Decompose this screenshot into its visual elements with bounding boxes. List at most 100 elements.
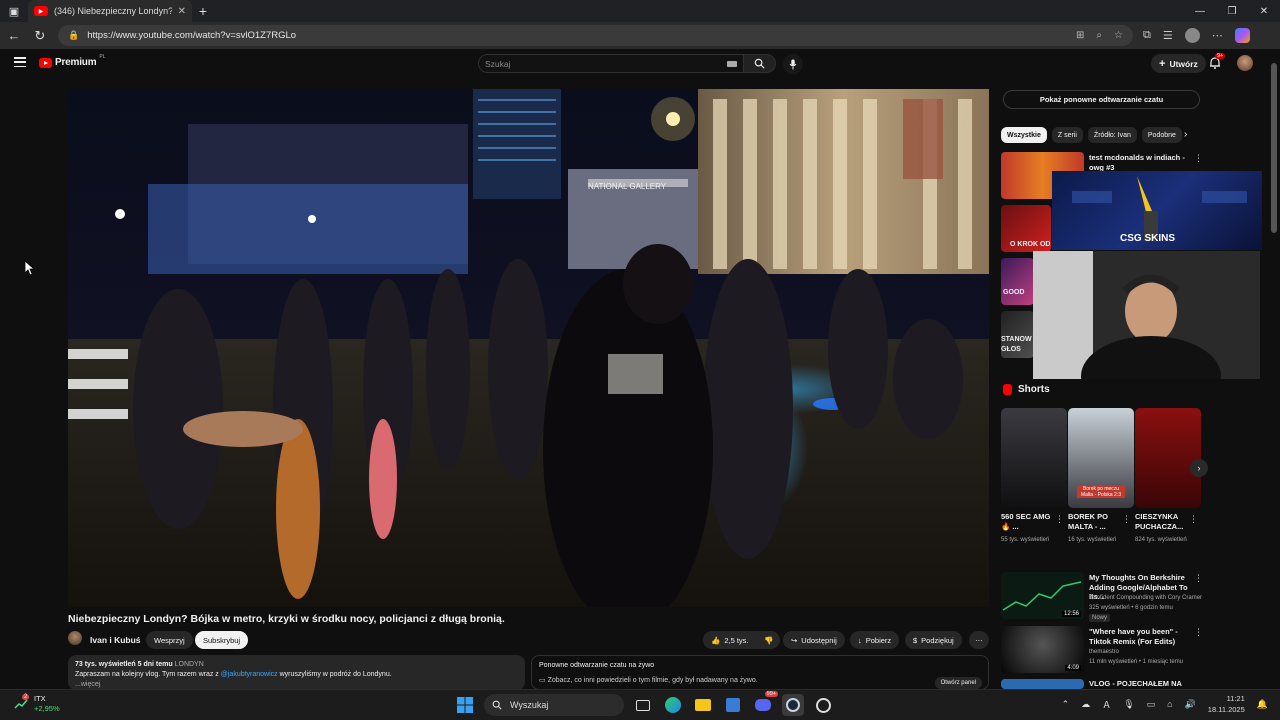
mouse-cursor-icon bbox=[25, 261, 35, 276]
steam-icon[interactable] bbox=[782, 694, 804, 716]
mention-link[interactable]: @jakubtyranowicz bbox=[221, 671, 278, 678]
short-thumbnail[interactable] bbox=[1001, 408, 1067, 508]
microphone-tray-icon[interactable]: 🎙 bbox=[1123, 699, 1134, 710]
chevron-up-icon[interactable]: ⌃ bbox=[1062, 699, 1070, 710]
edge-browser-icon[interactable] bbox=[662, 694, 684, 716]
search-icon bbox=[754, 58, 765, 69]
short-thumbnail[interactable]: Borek po meczu Malta - Polska 2:3 bbox=[1068, 408, 1134, 508]
task-view-icon[interactable] bbox=[632, 694, 654, 716]
search-input[interactable]: Szukaj bbox=[478, 54, 744, 73]
obs-icon[interactable] bbox=[812, 694, 834, 716]
system-clock[interactable]: 11:21 18.11.2025 bbox=[1208, 693, 1245, 715]
favorite-star-icon[interactable]: ☆ bbox=[1114, 30, 1123, 41]
open-chat-panel-button[interactable]: Otwórz panel bbox=[934, 677, 982, 689]
support-button[interactable]: Wesprzyj bbox=[146, 631, 193, 649]
kebab-menu-icon[interactable]: ⋮ bbox=[1194, 573, 1203, 584]
browser-profile-avatar[interactable] bbox=[1184, 28, 1200, 43]
search-icon bbox=[492, 700, 502, 710]
chip-similar[interactable]: Podobne bbox=[1141, 127, 1182, 143]
language-icon[interactable]: Ａ bbox=[1102, 698, 1111, 711]
channel-avatar[interactable] bbox=[68, 631, 82, 645]
zoom-icon[interactable]: ⌕ bbox=[1096, 30, 1102, 41]
webcam-art bbox=[1033, 251, 1260, 379]
minimize-icon[interactable]: — bbox=[1184, 0, 1216, 22]
description-meta: 73 tys. wyświetleń 5 dni temu LONDYN bbox=[75, 660, 518, 670]
stock-widget[interactable]: 2 ITX +2,95% bbox=[14, 694, 60, 714]
rec-channel[interactable]: themaestro bbox=[1089, 648, 1119, 656]
favorites-icon[interactable]: ☰ bbox=[1163, 29, 1173, 42]
refresh-icon[interactable]: ↻ bbox=[32, 28, 48, 44]
chip-source[interactable]: Źródło: Ivan bbox=[1087, 127, 1137, 143]
address-toolbar: ← ↻ 🔒 https://www.youtube.com/watch?v=sv… bbox=[0, 22, 1280, 49]
copilot-icon[interactable] bbox=[1234, 28, 1250, 43]
more-actions-button[interactable]: ⋯ bbox=[969, 631, 989, 649]
windows-start-icon[interactable] bbox=[454, 694, 476, 716]
scrollbar-thumb[interactable] bbox=[1271, 63, 1277, 233]
kebab-menu-icon[interactable]: ⋮ bbox=[1122, 514, 1131, 525]
stock-change: +2,95% bbox=[34, 704, 60, 713]
taskbar-search[interactable]: Wyszukaj bbox=[484, 694, 624, 716]
share-button[interactable]: ↪ Udostępnij bbox=[783, 631, 845, 649]
rec-title[interactable]: "Where have you been" - Tiktok Remix (Fo… bbox=[1089, 627, 1189, 646]
menu-icon[interactable] bbox=[14, 57, 26, 67]
rec-thumbnail[interactable]: 12:56 bbox=[1001, 572, 1084, 619]
rec-channel[interactable]: Confident Compounding with Cory Cramer bbox=[1089, 594, 1209, 602]
app-available-icon[interactable]: ⊞ bbox=[1076, 30, 1084, 41]
rec-thumbnail[interactable] bbox=[1001, 679, 1084, 689]
short-title[interactable]: BOREK PO MALTA - ... bbox=[1068, 512, 1120, 531]
download-button[interactable]: ↓ Pobierz bbox=[850, 631, 900, 649]
tab-close-icon[interactable]: ✕ bbox=[178, 6, 186, 17]
chevron-right-icon[interactable]: › bbox=[1184, 129, 1187, 140]
subscribe-button[interactable]: Subskrybuj bbox=[195, 631, 249, 649]
like-button[interactable]: 👍 2,5 tys. bbox=[703, 631, 757, 649]
short-title[interactable]: CIESZYNKA PUCHACZA... bbox=[1135, 512, 1187, 531]
browser-tab[interactable]: ▶ (346) Niebezpieczny Londyn? Bójka ✕ bbox=[28, 0, 192, 22]
keyboard-icon[interactable] bbox=[727, 60, 737, 67]
chip-all[interactable]: Wszystkie bbox=[1001, 127, 1047, 143]
like-count: 2,5 tys. bbox=[724, 635, 749, 645]
kebab-menu-icon[interactable]: ⋮ bbox=[1194, 627, 1203, 638]
display-icon[interactable]: ▭ bbox=[1147, 699, 1156, 710]
rec-title[interactable]: test mcdonalds w indiach - owg #3 bbox=[1089, 153, 1189, 172]
rec-thumbnail[interactable]: 4:09 bbox=[1001, 626, 1084, 673]
rec-title[interactable]: VLOG - POJECHAŁEM NA bbox=[1089, 679, 1189, 689]
thanks-button[interactable]: $ Podziękuj bbox=[905, 631, 962, 649]
create-button[interactable]: + Utwórz bbox=[1151, 54, 1206, 73]
network-icon[interactable]: ⌂ bbox=[1167, 699, 1172, 709]
file-explorer-icon[interactable] bbox=[692, 694, 714, 716]
short-thumbnail[interactable] bbox=[1135, 408, 1201, 508]
channel-name[interactable]: Ivan i Kubuś bbox=[90, 635, 141, 645]
description-box[interactable]: 73 tys. wyświetleń 5 dni temu LONDYN Zap… bbox=[68, 655, 525, 690]
kebab-menu-icon[interactable]: ⋮ bbox=[1055, 514, 1064, 525]
volume-icon[interactable]: 🔊 bbox=[1185, 699, 1196, 710]
discord-icon[interactable]: 99+ bbox=[752, 691, 778, 716]
page-scrollbar[interactable] bbox=[1268, 49, 1280, 689]
store-icon[interactable] bbox=[722, 694, 744, 716]
account-avatar[interactable] bbox=[1237, 55, 1253, 71]
shorts-next-button[interactable]: › bbox=[1190, 459, 1208, 477]
show-chat-replay-button[interactable]: Pokaż ponowne odtwarzanie czatu bbox=[1003, 90, 1200, 109]
more-options-icon[interactable]: ⋯ bbox=[1212, 29, 1223, 42]
address-bar[interactable]: 🔒 https://www.youtube.com/watch?v=svlO1Z… bbox=[58, 25, 1133, 46]
description-tag[interactable]: LONDYN bbox=[175, 661, 204, 668]
dislike-button[interactable]: 👎 bbox=[757, 631, 781, 649]
voice-search-button[interactable] bbox=[783, 54, 803, 74]
close-window-icon[interactable]: ✕ bbox=[1248, 0, 1280, 22]
search-button[interactable] bbox=[744, 54, 776, 73]
rec-thumbnail[interactable] bbox=[1001, 258, 1034, 305]
maximize-icon[interactable]: ❐ bbox=[1216, 0, 1248, 22]
clock-time: 11:21 bbox=[1226, 694, 1245, 703]
kebab-menu-icon[interactable]: ⋮ bbox=[1189, 514, 1198, 525]
extensions-icon[interactable]: ⧉ bbox=[1143, 29, 1151, 42]
chip-series[interactable]: Z serii bbox=[1051, 127, 1083, 143]
video-player[interactable]: NATIONAL GALLERY bbox=[68, 89, 989, 607]
tab-actions-icon[interactable]: ▣ bbox=[0, 0, 28, 22]
kebab-menu-icon[interactable]: ⋮ bbox=[1194, 153, 1203, 164]
youtube-logo[interactable]: Premium PL bbox=[39, 54, 106, 68]
back-icon[interactable]: ← bbox=[6, 28, 22, 43]
short-title[interactable]: 560 SEC AMG 🔥 ... bbox=[1001, 512, 1053, 531]
notifications-icon[interactable]: 🔔 bbox=[1257, 699, 1268, 710]
cloud-icon[interactable]: ☁ bbox=[1081, 699, 1090, 710]
new-tab-button[interactable]: + bbox=[192, 3, 214, 19]
short-badge: Borek po meczu Malta - Polska 2:3 bbox=[1077, 486, 1125, 498]
